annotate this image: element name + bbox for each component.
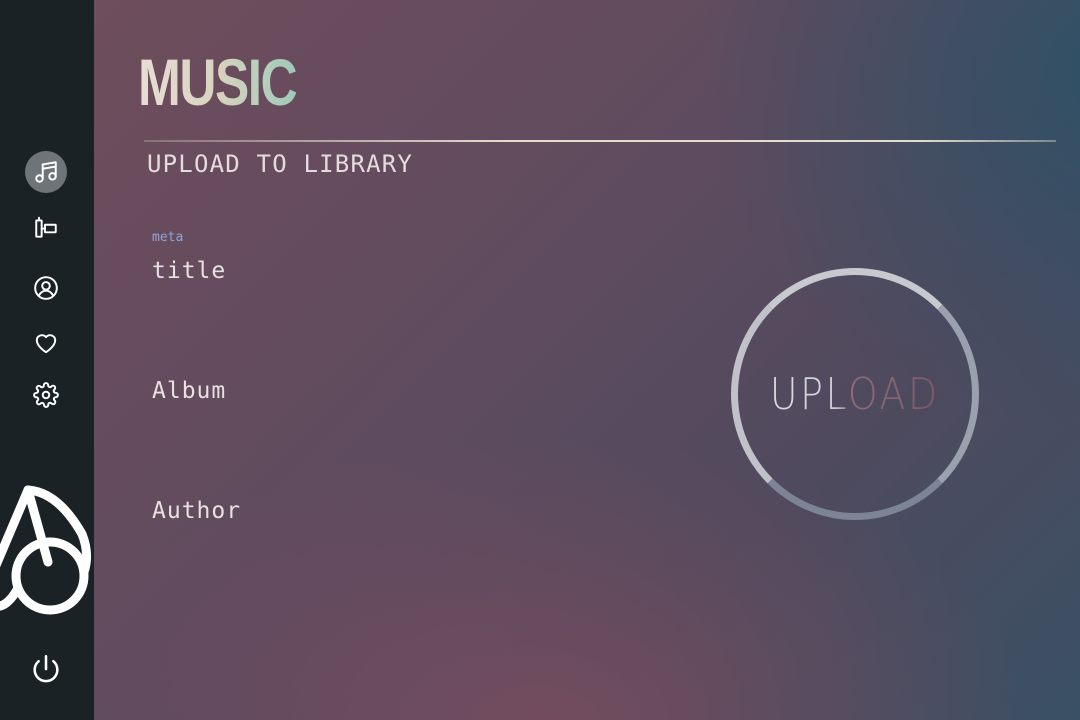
author-field-label: Author xyxy=(152,498,242,524)
sidebar-item-settings[interactable] xyxy=(25,374,67,416)
title-field[interactable]: meta title xyxy=(152,230,512,290)
library-icon xyxy=(35,216,57,238)
gear-icon xyxy=(33,382,59,408)
app-logo-icon xyxy=(0,485,92,615)
title-field-meta: meta xyxy=(152,230,184,245)
app-title: MUSIC xyxy=(138,45,298,119)
sidebar xyxy=(0,0,94,720)
sidebar-item-profile[interactable] xyxy=(25,267,67,309)
sidebar-item-favorites[interactable] xyxy=(25,322,67,364)
app-window: MUSIC UPLOAD TO LIBRARY meta title Album… xyxy=(0,0,1080,720)
album-field[interactable]: Album xyxy=(152,378,512,438)
heart-icon xyxy=(35,334,57,354)
author-field[interactable]: Author xyxy=(152,498,512,558)
title-divider xyxy=(144,140,1056,142)
upload-button[interactable]: UPLOAD xyxy=(731,268,979,520)
sidebar-item-library[interactable] xyxy=(25,207,67,249)
sidebar-item-music[interactable] xyxy=(25,151,67,193)
album-field-label: Album xyxy=(152,378,227,404)
power-icon[interactable] xyxy=(29,652,63,686)
upload-button-label: UPLOAD xyxy=(770,368,940,420)
user-circle-icon xyxy=(34,276,58,300)
title-field-label: title xyxy=(152,258,227,284)
music-note-icon xyxy=(35,161,57,183)
page-title: UPLOAD TO LIBRARY xyxy=(147,150,414,178)
main-panel: MUSIC UPLOAD TO LIBRARY meta title Album… xyxy=(94,0,1080,720)
